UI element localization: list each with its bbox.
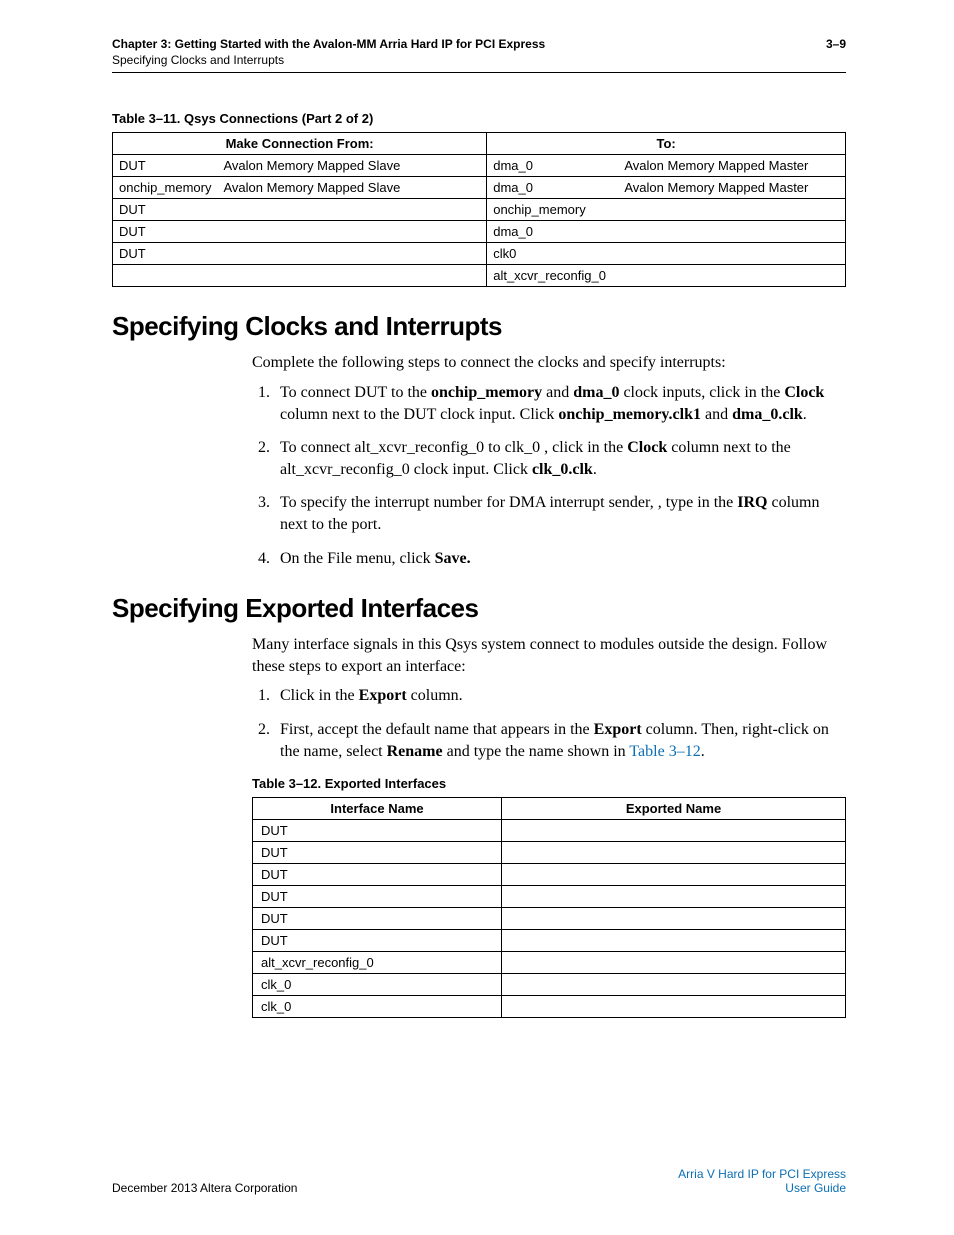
table-cell: alt_xcvr_reconfig_0 [253,952,502,974]
export-step-1: Click in the Export column. [274,685,846,707]
footer-left: December 2013 Altera Corporation [112,1181,297,1195]
table-row: onchip_memoryAvalon Memory Mapped Slaved… [113,177,846,199]
table-row: DUT [253,930,846,952]
table-row: DUT [253,908,846,930]
step-4: On the File menu, click Save. [274,548,846,570]
page-header: Chapter 3: Getting Started with the Aval… [112,36,846,68]
table-cell: onchip_memory [113,177,218,199]
heading-specifying-clocks: Specifying Clocks and Interrupts [112,311,846,342]
link-table-3-12[interactable]: Table 3–12 [629,743,700,760]
table-cell [502,864,846,886]
table-row: DUT onchip_memory [113,199,846,221]
intro-exported: Many interface signals in this Qsys syst… [252,634,846,677]
table-cell [502,842,846,864]
table-cell: DUT [253,886,502,908]
table-cell [218,265,487,287]
table-row: alt_xcvr_reconfig_0 [253,952,846,974]
table-cell [502,820,846,842]
table-cell: DUT [253,908,502,930]
table-cell [618,199,845,221]
table-cell: clk_0 [253,996,502,1018]
table-cell: DUT [113,199,218,221]
table-cell: onchip_memory [487,199,619,221]
header-page-number: 3–9 [826,36,846,68]
table-cell [618,265,845,287]
step-1: To connect DUT to the onchip_memory and … [274,382,846,425]
intro-clocks: Complete the following steps to connect … [252,352,846,374]
step-3: To specify the interrupt number for DMA … [274,492,846,535]
table-cell [502,930,846,952]
header-chapter: Chapter 3: Getting Started with the Aval… [112,36,545,52]
table-cell [218,221,487,243]
table-cell [502,996,846,1018]
table-row: DUTAvalon Memory Mapped Slavedma_0Avalon… [113,155,846,177]
table-row: DUT [253,886,846,908]
table-row: DUT dma_0 [113,221,846,243]
table-row: DUT [253,842,846,864]
table-cell: DUT [253,842,502,864]
table-3-12: Interface Name Exported Name DUTDUTDUTDU… [252,797,846,1018]
table-cell [502,886,846,908]
table-cell: Avalon Memory Mapped Master [618,177,845,199]
table-cell: clk_0 [253,974,502,996]
table-cell: dma_0 [487,221,619,243]
table-cell [502,908,846,930]
table-row: clk_0 [253,996,846,1018]
table-row: DUT [253,820,846,842]
table-cell: DUT [113,155,218,177]
footer-right-1: Arria V Hard IP for PCI Express [678,1167,846,1181]
th-to: To: [487,133,846,155]
th-exported-name: Exported Name [502,798,846,820]
table-cell: clk0 [487,243,619,265]
table-row: clk_0 [253,974,846,996]
heading-specifying-exported: Specifying Exported Interfaces [112,593,846,624]
footer-right-2: User Guide [678,1181,846,1195]
header-section: Specifying Clocks and Interrupts [112,52,545,68]
table-cell: DUT [253,930,502,952]
table-cell [218,243,487,265]
table-cell: dma_0 [487,177,619,199]
table-cell [113,265,218,287]
table-row: alt_xcvr_reconfig_0 [113,265,846,287]
th-make-connection-from: Make Connection From: [113,133,487,155]
table-cell: DUT [253,820,502,842]
table-cell: DUT [113,221,218,243]
table-cell [618,221,845,243]
table-cell: Avalon Memory Mapped Slave [218,177,487,199]
table-row: DUT [253,864,846,886]
table-cell: DUT [253,864,502,886]
step-2: To connect alt_xcvr_reconfig_0 to clk_0 … [274,437,846,480]
export-step-2: First, accept the default name that appe… [274,719,846,762]
th-interface-name: Interface Name [253,798,502,820]
table-3-11-caption: Table 3–11. Qsys Connections (Part 2 of … [112,111,846,126]
table-cell: Avalon Memory Mapped Slave [218,155,487,177]
table-cell [618,243,845,265]
table-cell: Avalon Memory Mapped Master [618,155,845,177]
table-cell: DUT [113,243,218,265]
table-cell [218,199,487,221]
header-rule [112,72,846,73]
table-cell: dma_0 [487,155,619,177]
page-footer: December 2013 Altera Corporation Arria V… [112,1167,846,1195]
table-cell [502,952,846,974]
table-3-12-caption: Table 3–12. Exported Interfaces [252,776,846,791]
table-row: DUT clk0 [113,243,846,265]
table-cell [502,974,846,996]
table-cell: alt_xcvr_reconfig_0 [487,265,619,287]
table-3-11: Make Connection From: To: DUTAvalon Memo… [112,132,846,287]
